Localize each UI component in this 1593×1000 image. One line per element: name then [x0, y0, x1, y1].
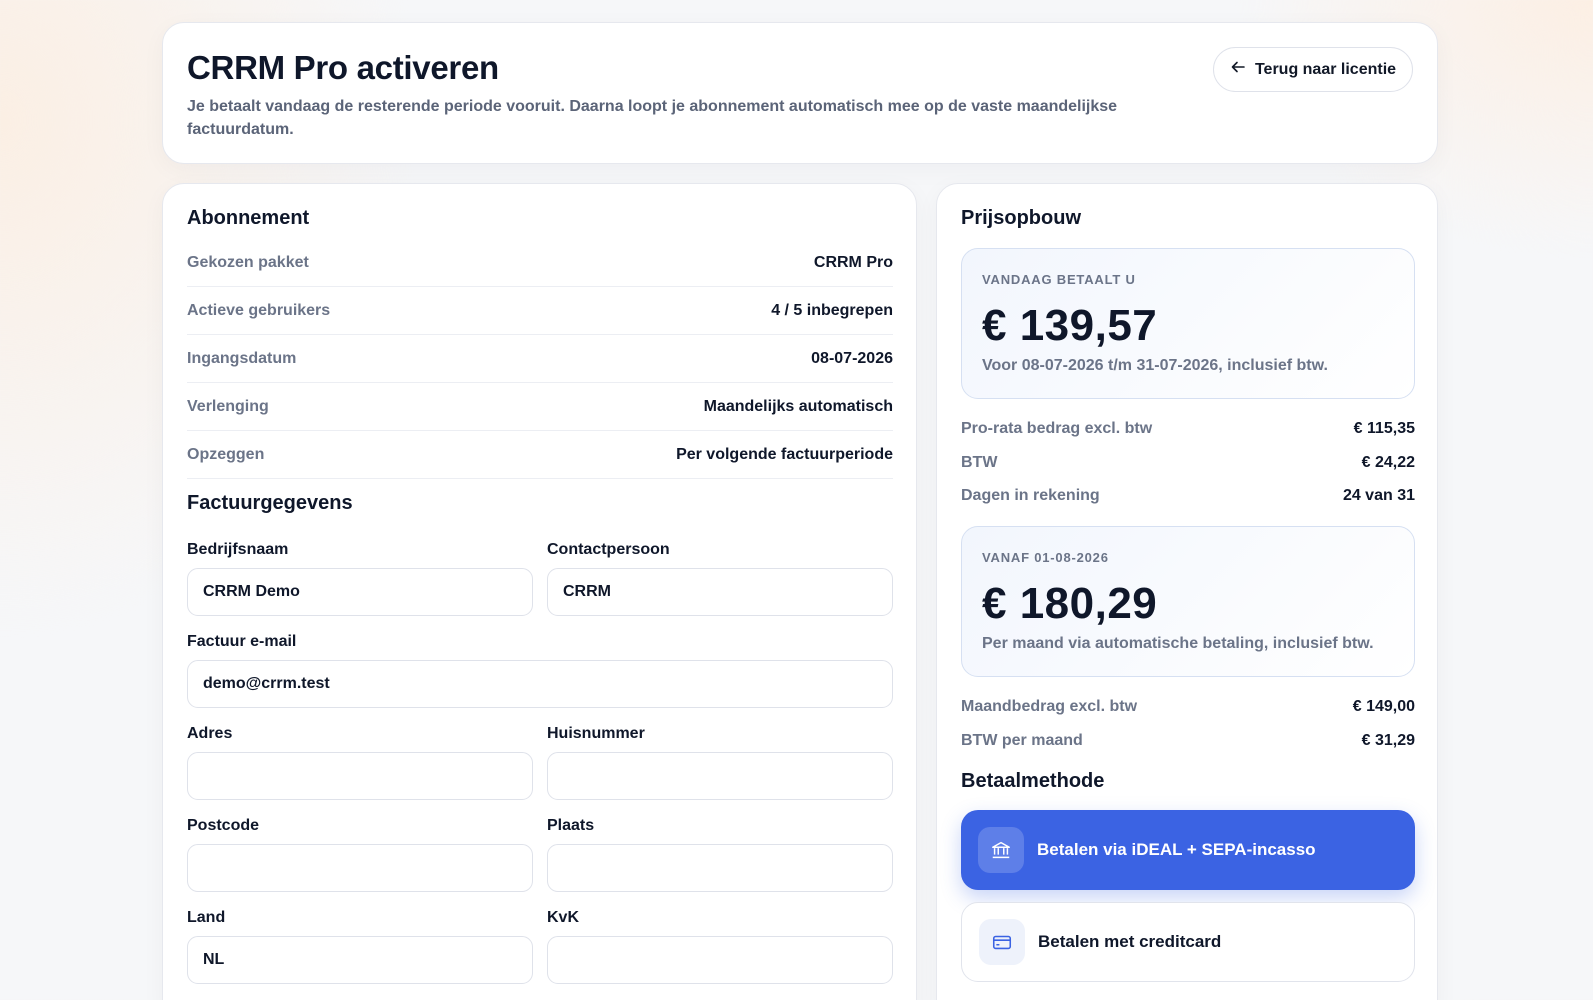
breakdown-row-days: Dagen in rekening 24 van 31	[961, 487, 1415, 505]
address-label: Adres	[187, 725, 233, 742]
summary-row-package: Gekozen pakket CRRM Pro	[187, 239, 893, 287]
postcode-input[interactable]	[187, 844, 533, 892]
breakdown-value: € 115,35	[1353, 420, 1415, 437]
summary-label: Verlenging	[187, 397, 269, 415]
address-input[interactable]	[187, 752, 533, 800]
page-title: CRRM Pro activeren	[187, 49, 499, 86]
today-price-box: VANDAAG BETAALT U € 139,57 Voor 08-07-20…	[961, 248, 1415, 399]
page-header-card: CRRM Pro activeren Je betaalt vandaag de…	[162, 22, 1438, 164]
summary-label: Ingangsdatum	[187, 349, 297, 367]
summary-value: Per volgende factuurperiode	[676, 445, 893, 463]
arrow-left-icon	[1230, 59, 1246, 80]
today-eyebrow: VANDAAG BETAALT U	[982, 272, 1136, 287]
monthly-amount: € 180,29	[982, 579, 1158, 628]
breakdown-row-prorata: Pro-rata bedrag excl. btw € 115,35	[961, 420, 1415, 438]
summary-label: Opzeggen	[187, 445, 265, 463]
billing-title: Factuurgegevens	[187, 492, 353, 514]
breakdown-value: € 31,29	[1361, 732, 1415, 749]
postcode-label: Postcode	[187, 817, 260, 834]
pay-ideal-sepa-option[interactable]: Betalen via iDEAL + SEPA-incasso	[961, 810, 1415, 890]
country-input[interactable]	[187, 936, 533, 984]
pay-option-label: Betalen via iDEAL + SEPA-incasso	[1037, 840, 1316, 859]
payment-method-title: Betaalmethode	[961, 770, 1105, 792]
pay-option-label: Betalen met creditcard	[1038, 932, 1222, 951]
city-input[interactable]	[547, 844, 893, 892]
summary-value: CRRM Pro	[813, 253, 893, 271]
country-label: Land	[187, 909, 226, 926]
summary-row-cancel: Opzeggen Per volgende factuurperiode	[187, 431, 893, 479]
kvk-input[interactable]	[547, 936, 893, 984]
breakdown-label: Dagen in rekening	[961, 487, 1100, 504]
contact-person-input[interactable]	[547, 568, 893, 616]
page-subtitle: Je betaalt vandaag de resterende periode…	[187, 98, 1118, 138]
monthly-note: Per maand via automatische betaling, inc…	[982, 635, 1374, 652]
back-to-license-button[interactable]: Terug naar licentie	[1213, 47, 1413, 92]
breakdown-value: € 24,22	[1361, 454, 1415, 471]
back-button-label: Terug naar licentie	[1254, 60, 1397, 78]
breakdown-label: Pro-rata bedrag excl. btw	[961, 420, 1153, 437]
house-number-input[interactable]	[547, 752, 893, 800]
breakdown-label: BTW	[961, 454, 998, 471]
pricing-card: Prijsopbouw VANDAAG BETAALT U € 139,57 V…	[936, 183, 1438, 1000]
summary-row-start-date: Ingangsdatum 08-07-2026	[187, 335, 893, 383]
monthly-eyebrow: VANAF 01-08-2026	[982, 550, 1109, 565]
summary-label: Gekozen pakket	[187, 253, 309, 271]
pricing-title: Prijsopbouw	[961, 207, 1081, 229]
subscription-summary: Gekozen pakket CRRM Pro Actieve gebruike…	[187, 239, 893, 479]
subscription-billing-card: Abonnement Gekozen pakket CRRM Pro Actie…	[162, 183, 917, 1000]
summary-label: Actieve gebruikers	[187, 301, 331, 319]
subscription-title: Abonnement	[187, 207, 310, 229]
summary-value: Maandelijks automatisch	[703, 397, 893, 415]
company-name-input[interactable]	[187, 568, 533, 616]
breakdown-row-vat: BTW € 24,22	[961, 454, 1415, 472]
city-label: Plaats	[547, 817, 595, 834]
contact-person-label: Contactpersoon	[547, 541, 670, 558]
invoice-email-input[interactable]	[187, 660, 893, 708]
company-name-label: Bedrijfsnaam	[187, 541, 289, 558]
invoice-email-label: Factuur e-mail	[187, 633, 297, 650]
credit-card-icon	[979, 919, 1025, 965]
summary-row-users: Actieve gebruikers 4 / 5 inbegrepen	[187, 287, 893, 335]
summary-row-renewal: Verlenging Maandelijks automatisch	[187, 383, 893, 431]
monthly-price-box: VANAF 01-08-2026 € 180,29 Per maand via …	[961, 526, 1415, 677]
breakdown-row-monthly-vat: BTW per maand € 31,29	[961, 732, 1415, 750]
bank-icon	[978, 827, 1024, 873]
breakdown-value: 24 van 31	[1342, 487, 1415, 504]
breakdown-label: Maandbedrag excl. btw	[961, 698, 1138, 715]
pay-creditcard-option[interactable]: Betalen met creditcard	[961, 902, 1415, 982]
summary-value: 4 / 5 inbegrepen	[771, 301, 893, 319]
today-note: Voor 08-07-2026 t/m 31-07-2026, inclusie…	[982, 357, 1328, 374]
house-number-label: Huisnummer	[547, 725, 645, 742]
breakdown-value: € 149,00	[1352, 698, 1415, 715]
kvk-label: KvK	[547, 909, 580, 926]
today-amount: € 139,57	[982, 301, 1158, 350]
breakdown-row-monthly-excl: Maandbedrag excl. btw € 149,00	[961, 698, 1415, 716]
breakdown-label: BTW per maand	[961, 732, 1083, 749]
summary-value: 08-07-2026	[811, 349, 893, 367]
